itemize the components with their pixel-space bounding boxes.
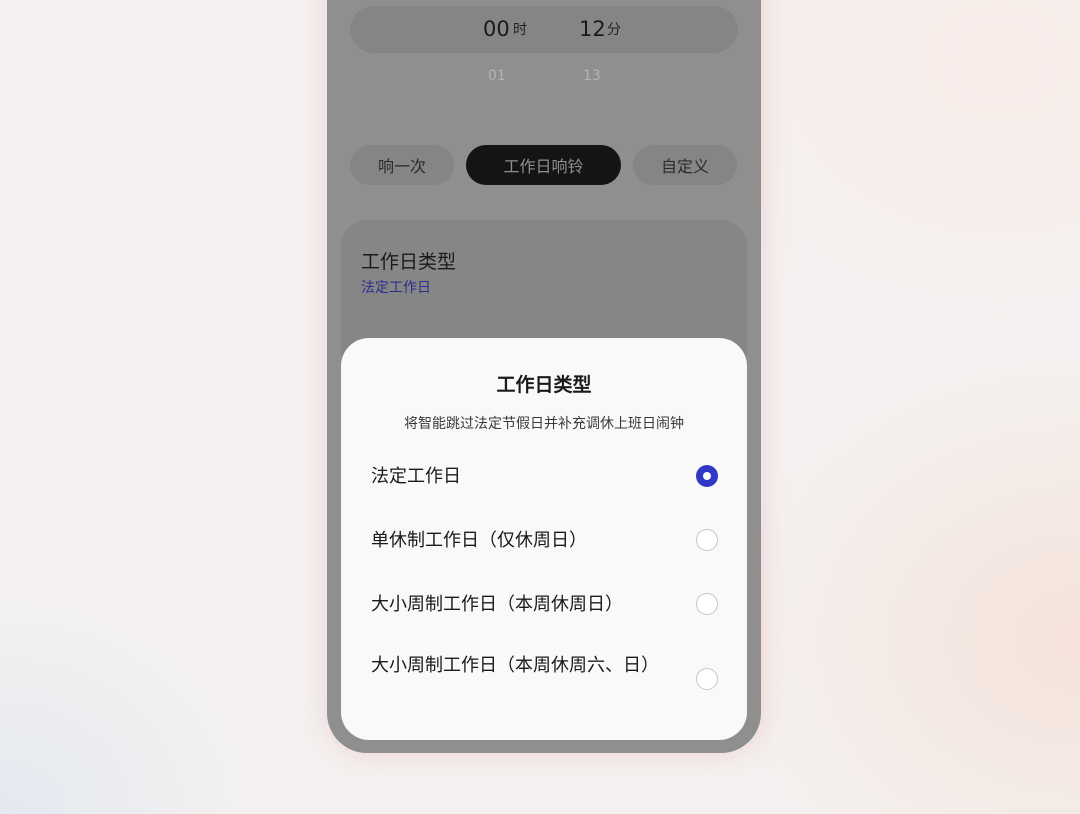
chip-label: 工作日响铃 <box>503 157 584 176</box>
option-alternating-weekend-workday[interactable]: 大小周制工作日（本周休周六、日） <box>341 640 747 720</box>
radio-checked-icon[interactable] <box>696 465 718 487</box>
hour-unit: 时 <box>513 22 527 38</box>
radio-unchecked-icon[interactable] <box>696 668 718 690</box>
sheet-title: 工作日类型 <box>496 374 592 396</box>
minute-unit: 分 <box>607 22 621 38</box>
workday-type-sheet: 工作日类型 将智能跳过法定节假日并补充调休上班日闹钟 法定工作日 单休制工作日（… <box>341 338 747 740</box>
hour-value[interactable]: 00 <box>483 6 510 53</box>
option-label: 大小周制工作日（本周休周日） <box>371 594 623 615</box>
option-label: 单休制工作日（仅休周日） <box>371 530 587 551</box>
option-statutory-workday[interactable]: 法定工作日 <box>341 448 747 506</box>
workday-type-value: 法定工作日 <box>361 280 431 296</box>
repeat-workday-chip[interactable]: 工作日响铃 <box>466 145 621 185</box>
next-minute-value[interactable]: 13 <box>583 68 601 84</box>
sheet-description: 将智能跳过法定节假日并补充调休上班日闹钟 <box>404 416 684 432</box>
option-label: 法定工作日 <box>371 466 461 487</box>
option-label: 大小周制工作日（本周休周六、日） <box>371 655 659 676</box>
next-hour-value[interactable]: 01 <box>488 68 506 84</box>
option-alternating-sunday-workday[interactable]: 大小周制工作日（本周休周日） <box>341 576 747 634</box>
repeat-once-chip[interactable]: 响一次 <box>350 145 454 185</box>
radio-unchecked-icon[interactable] <box>696 593 718 615</box>
chip-label: 响一次 <box>377 157 426 176</box>
minute-value[interactable]: 12 <box>579 6 606 53</box>
option-single-rest-workday[interactable]: 单休制工作日（仅休周日） <box>341 512 747 570</box>
workday-type-title[interactable]: 工作日类型 <box>361 247 456 274</box>
time-picker-selected-row[interactable]: 00 时 12 分 <box>350 6 738 53</box>
chip-label: 自定义 <box>660 157 709 176</box>
radio-unchecked-icon[interactable] <box>696 529 718 551</box>
repeat-custom-chip[interactable]: 自定义 <box>633 145 737 185</box>
